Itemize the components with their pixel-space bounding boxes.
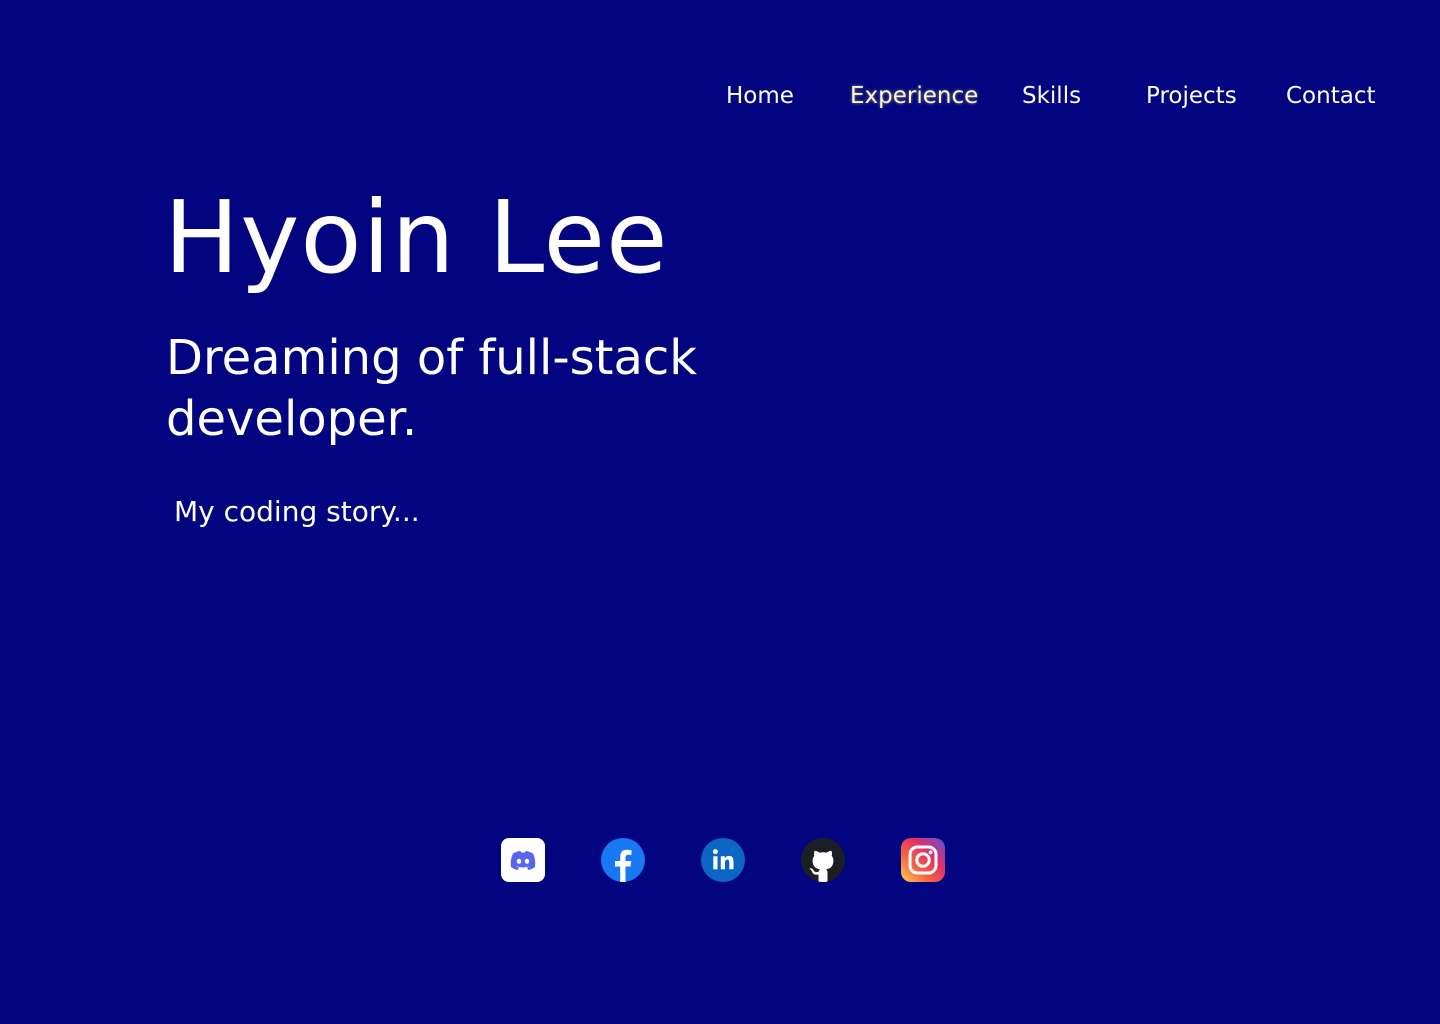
hero-tagline: Dreaming of full-stack developer. (166, 330, 698, 447)
top-nav: Home Experience Skills Projects Contact (0, 78, 1440, 114)
linkedin-icon[interactable] (701, 838, 745, 882)
facebook-icon[interactable] (601, 838, 645, 882)
nav-projects-link[interactable]: Projects (1146, 78, 1237, 114)
nav-contact-link[interactable]: Contact (1286, 78, 1375, 114)
discord-icon[interactable] (501, 838, 545, 882)
nav-home-link[interactable]: Home (726, 78, 794, 114)
nav-experience-link[interactable]: Experience (850, 78, 978, 114)
hero-name: Hyoin Lee (164, 179, 669, 296)
nav-skills-link[interactable]: Skills (1022, 78, 1081, 114)
github-icon[interactable] (801, 838, 845, 882)
social-links (501, 838, 945, 882)
coding-story-link[interactable]: My coding story... (174, 492, 420, 532)
instagram-icon[interactable] (901, 838, 945, 882)
